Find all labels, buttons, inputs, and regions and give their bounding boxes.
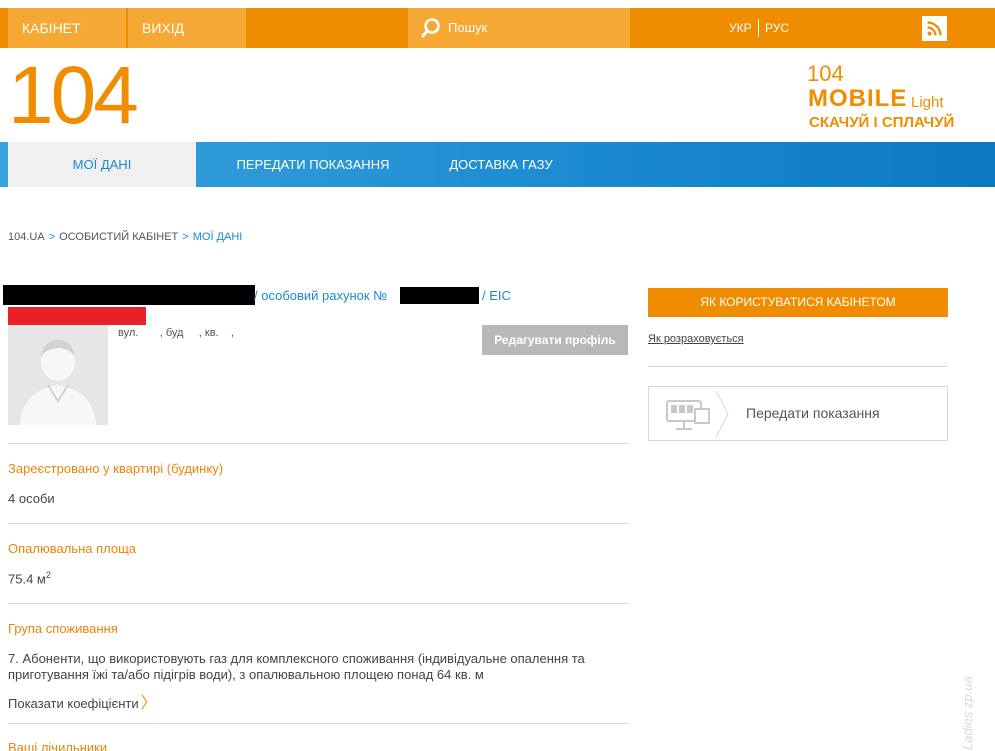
show-coefficients-label: Показати коефіцієнти: [8, 696, 139, 711]
address-end: ,: [230, 327, 234, 339]
address-building: , буд: [159, 327, 184, 339]
divider: [8, 523, 628, 524]
redacted-account-number: [400, 287, 479, 304]
lang-separator: [758, 19, 759, 37]
top-bar: КАБІНЕТ ВИХІД Пошук УКР РУС: [0, 8, 995, 48]
divider: [8, 723, 628, 724]
edit-profile-button[interactable]: Редагувати профіль: [482, 325, 628, 355]
how-to-use-cabinet-button[interactable]: ЯК КОРИСТУВАТИСЯ КАБІНЕТОМ: [648, 288, 948, 317]
mobile-logo-number: 104: [807, 61, 844, 86]
watermark: Ladies zp.ua: [960, 676, 975, 750]
search-input[interactable]: Пошук: [448, 8, 487, 48]
breadcrumb-separator: >: [48, 231, 56, 243]
account-number-label: / особовий рахунок №: [254, 288, 388, 303]
submit-readings-card[interactable]: Передати показання: [648, 386, 948, 441]
divider: [8, 603, 628, 604]
heated-area-title: Опалювальна площа: [8, 541, 137, 556]
card-chevron-divider: [715, 391, 729, 437]
exit-button[interactable]: ВИХІД: [128, 8, 246, 48]
mobile-logo-word: MOBILE: [808, 85, 908, 112]
heated-area-value: 75.4 м2: [8, 570, 51, 586]
search-icon: [421, 18, 440, 38]
redacted-eic: [8, 307, 146, 325]
nav-tab-my-data[interactable]: МОЇ ДАНІ: [8, 142, 196, 187]
address-apartment: , кв.: [198, 327, 219, 339]
lang-rus-link[interactable]: РУС: [765, 8, 789, 48]
registered-title: Зареєстровано у квартирі (будинку): [8, 461, 224, 476]
mobile-logo-light: Light: [911, 94, 944, 111]
divider: [8, 443, 628, 444]
avatar: [8, 325, 108, 425]
meters-title: Ваші лічильники: [8, 740, 108, 751]
nav-stripe: [0, 142, 8, 187]
lang-ukr-link[interactable]: УКР: [729, 8, 752, 48]
user-placeholder-icon: [8, 325, 108, 425]
divider: [648, 366, 948, 367]
address-street: вул.: [118, 327, 139, 339]
registered-value: 4 особи: [8, 491, 55, 506]
site-logo[interactable]: 104: [8, 54, 139, 138]
eic-label: / EIC: [482, 288, 511, 303]
calculation-link[interactable]: Як розраховується: [648, 333, 744, 345]
mobile-logo-slogan: СКАЧУЙ І СПЛАЧУЙ: [809, 114, 955, 131]
meter-icon: [666, 400, 710, 430]
show-coefficients-link[interactable]: Показати коефіцієнти 〉: [8, 689, 157, 713]
redacted-name: [3, 285, 255, 305]
search-box[interactable]: Пошук: [408, 8, 630, 48]
nav-tab-gas-delivery[interactable]: ДОСТАВКА ГАЗУ: [430, 142, 572, 187]
nav-tab-submit-readings[interactable]: ПЕРЕДАТИ ПОКАЗАННЯ: [210, 142, 416, 187]
cabinet-button[interactable]: КАБІНЕТ: [8, 8, 126, 48]
breadcrumb-current: МОЇ ДАНІ: [192, 231, 243, 243]
heated-area-unit-sup: 2: [45, 570, 51, 580]
rss-button[interactable]: [922, 16, 947, 41]
chevron-right-icon: 〉: [140, 695, 157, 712]
breadcrumb-cabinet[interactable]: ОСОБИСТИЙ КАБІНЕТ: [59, 231, 178, 243]
address-line: вул. , буд , кв. ,: [118, 327, 234, 339]
breadcrumb-home[interactable]: 104.UA: [8, 231, 45, 243]
submit-readings-card-label: Передати показання: [746, 405, 880, 421]
breadcrumb: 104.UA > ОСОБИСТИЙ КАБІНЕТ > МОЇ ДАНІ: [8, 231, 242, 243]
main-nav: МОЇ ДАНІ ПЕРЕДАТИ ПОКАЗАННЯ ДОСТАВКА ГАЗ…: [0, 142, 995, 187]
breadcrumb-separator: >: [182, 231, 189, 243]
mobile-app-logo[interactable]: 104 MOBILE Light СКАЧУЙ І СПЛАЧУЙ: [805, 62, 955, 134]
consumption-group-title: Група споживання: [8, 621, 118, 636]
consumption-group-value: 7. Абоненти, що використовують газ для к…: [8, 651, 585, 682]
heated-area-number: 75.4 м: [8, 571, 46, 587]
top-strip: [0, 0, 995, 8]
rss-icon: [927, 21, 942, 36]
